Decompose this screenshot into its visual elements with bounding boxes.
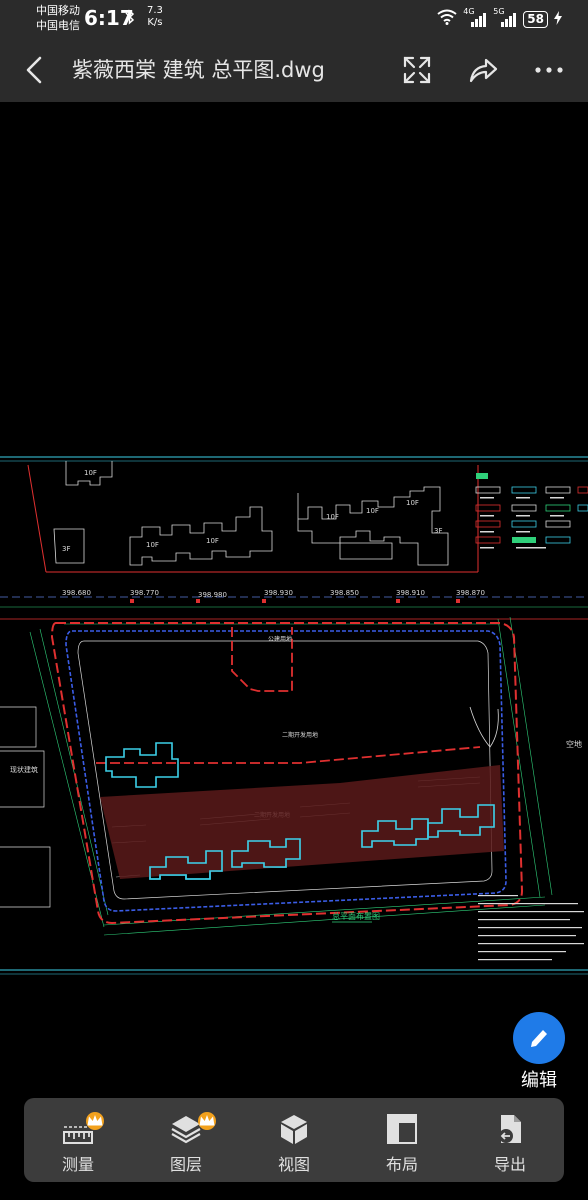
floor-label: 10F — [206, 537, 219, 545]
signal-4g-icon: 4G — [463, 7, 487, 27]
back-button[interactable] — [16, 52, 52, 88]
floor-label: 10F — [146, 541, 159, 549]
speed-unit: K/s — [147, 17, 163, 28]
coordinate-label: 398.930 — [264, 589, 293, 597]
cube-icon — [281, 1115, 307, 1144]
share-button[interactable] — [465, 52, 501, 88]
system-icons: 4G 5G 58 — [437, 7, 562, 30]
pen-icon — [531, 1030, 547, 1047]
edit-button[interactable] — [513, 1012, 565, 1064]
coordinate-label: 398.680 — [62, 589, 91, 597]
charging-icon — [554, 10, 562, 29]
tool-export[interactable]: 导出 — [456, 1098, 564, 1182]
tool-view[interactable]: 视图 — [240, 1098, 348, 1182]
floor-label: 10F — [326, 513, 339, 521]
share-icon — [469, 58, 498, 83]
vip-crown-icon — [86, 1112, 104, 1130]
more-button[interactable] — [531, 52, 567, 88]
vip-crown-icon — [198, 1112, 216, 1130]
fullscreen-icon — [403, 56, 431, 84]
coordinate-label: 398.770 — [130, 589, 159, 597]
floor-label: 3F — [62, 545, 70, 553]
tool-layers[interactable]: 图层 — [132, 1098, 240, 1182]
public-land-label: 公建用地 — [268, 635, 292, 643]
speed-value: 7.3 — [147, 5, 163, 16]
document-title: 紫薇西棠 建筑 总平图.dwg — [72, 58, 325, 82]
wifi-icon — [437, 9, 457, 29]
tool-label: 测量 — [61, 1155, 94, 1174]
floor-label: 10F — [84, 469, 97, 477]
tool-label: 导出 — [493, 1155, 526, 1174]
tool-label: 视图 — [277, 1155, 310, 1174]
coordinate-label: 398.980 — [198, 591, 227, 599]
plan-title: 总平面布置图 — [332, 911, 380, 921]
open-land-label: 空地 — [566, 739, 582, 749]
carrier-1: 中国移动 — [36, 4, 80, 17]
signal-5g-icon: 5G — [493, 7, 517, 27]
floor-label: 10F — [406, 499, 419, 507]
network-speed: 7.3 K/s — [147, 5, 163, 29]
floor-label: 10F — [366, 507, 379, 515]
cad-drawing[interactable]: 10F 3F 10F 10F 10F 10F 10F 3F 398.680 39… — [0, 447, 588, 987]
status-bar: 中国移动 中国电信 6:17 7.3 K/s 4G 5G 58 — [0, 0, 588, 38]
more-icon — [535, 67, 563, 73]
coordinate-label: 398.910 — [396, 589, 425, 597]
bottom-toolbar: 测量 图层 视图 布局 导出 — [24, 1098, 564, 1182]
carrier-2: 中国电信 — [36, 19, 80, 32]
coordinate-label: 398.850 — [330, 589, 359, 597]
fullscreen-button[interactable] — [399, 52, 435, 88]
edit-label[interactable]: 编辑 — [508, 1066, 570, 1092]
layout-icon — [387, 1114, 417, 1144]
tool-label: 布局 — [385, 1155, 418, 1174]
tool-label: 图层 — [169, 1155, 202, 1174]
existing-building-label: 现状建筑 — [10, 765, 38, 774]
tool-layout[interactable]: 布局 — [348, 1098, 456, 1182]
battery-icon: 58 — [523, 10, 548, 28]
coordinate-label: 398.870 — [456, 589, 485, 597]
phase-2-label: 二期开发用地 — [282, 731, 318, 739]
floor-label: 3F — [434, 527, 442, 535]
bluetooth-icon — [124, 9, 136, 29]
drawing-viewport[interactable]: 10F 3F 10F 10F 10F 10F 10F 3F 398.680 39… — [0, 102, 588, 1200]
tool-measure[interactable]: 测量 — [24, 1098, 132, 1182]
top-bar: 紫薇西棠 建筑 总平图.dwg — [0, 38, 588, 102]
export-icon — [499, 1115, 521, 1143]
back-icon — [26, 56, 42, 84]
